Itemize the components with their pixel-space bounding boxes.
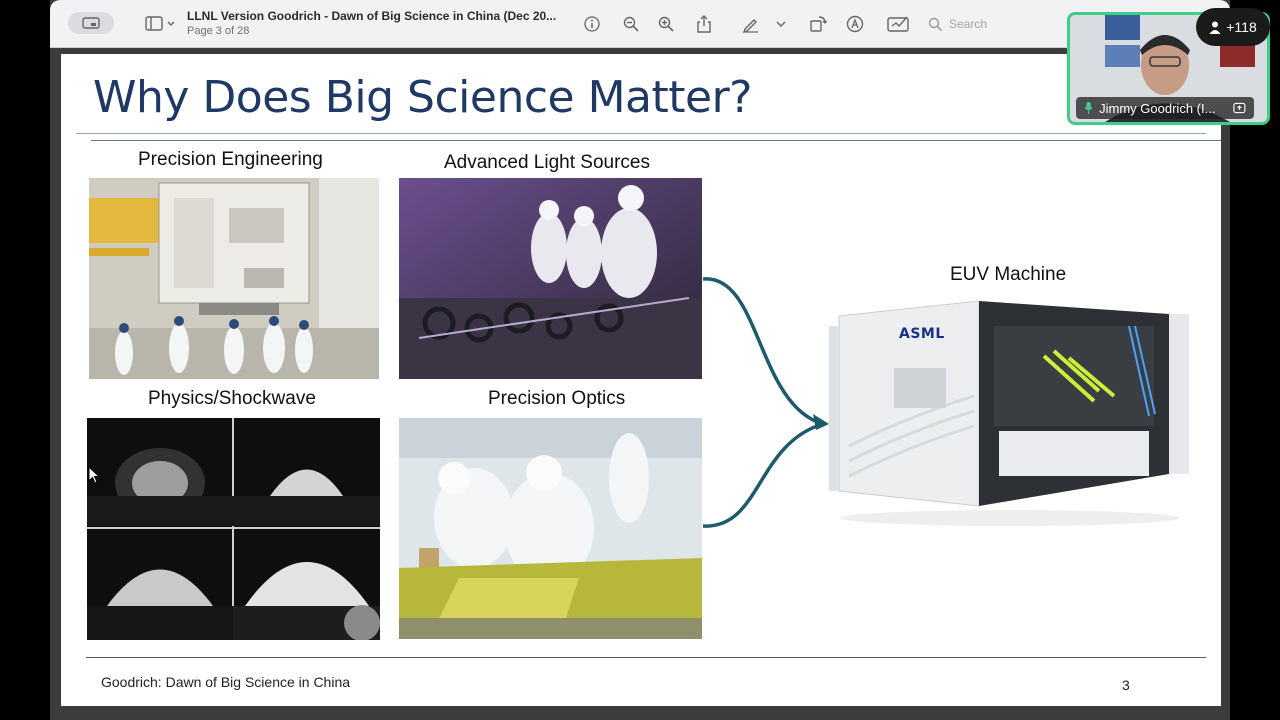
slide-page: Why Does Big Science Matter? Precision E… bbox=[61, 54, 1221, 706]
euv-machine-photo: ASML bbox=[829, 296, 1191, 526]
slide-page-number: 3 bbox=[1122, 677, 1130, 693]
participant-count: +118 bbox=[1226, 19, 1257, 35]
zoom-out-button[interactable] bbox=[620, 12, 642, 36]
microphone-icon bbox=[1084, 102, 1093, 114]
screen-icon bbox=[82, 17, 100, 29]
precision-optics-photo bbox=[399, 418, 702, 639]
rotate-button[interactable] bbox=[807, 12, 829, 36]
info-button[interactable] bbox=[581, 12, 603, 36]
search-placeholder: Search bbox=[949, 17, 988, 31]
zoom-in-button[interactable] bbox=[655, 12, 677, 36]
title-divider-secondary bbox=[91, 140, 1221, 141]
advanced-light-sources-photo bbox=[399, 178, 702, 379]
share-icon bbox=[697, 15, 711, 33]
footer-divider bbox=[86, 657, 1206, 658]
title-divider bbox=[76, 133, 1206, 134]
speaker-name-tag: Jimmy Goodrich (I... bbox=[1076, 97, 1254, 119]
window-controls-button[interactable] bbox=[68, 12, 114, 34]
form-button[interactable] bbox=[886, 12, 912, 36]
precision-engineering-photo bbox=[89, 178, 379, 379]
markup-button[interactable] bbox=[740, 12, 762, 36]
markup-menu-button[interactable] bbox=[774, 12, 788, 36]
asml-logo: ASML bbox=[899, 326, 945, 342]
slide-title: Why Does Big Science Matter? bbox=[93, 72, 753, 123]
slide-footer: Goodrich: Dawn of Big Science in China bbox=[101, 674, 351, 690]
physics-shockwave-photo bbox=[87, 418, 380, 640]
search-field[interactable]: Search bbox=[928, 14, 1078, 34]
caption-physics-shockwave: Physics/Shockwave bbox=[148, 388, 316, 409]
caption-euv-machine: EUV Machine bbox=[950, 264, 1067, 285]
chevron-down-icon bbox=[776, 21, 786, 27]
caption-precision-optics: Precision Optics bbox=[488, 388, 626, 409]
participants-button[interactable]: +118 bbox=[1196, 8, 1270, 46]
signature-icon bbox=[887, 16, 909, 32]
highlight-button[interactable] bbox=[844, 12, 866, 36]
search-icon bbox=[928, 17, 943, 31]
caption-precision-engineering: Precision Engineering bbox=[138, 149, 323, 170]
page-indicator: Page 3 of 28 bbox=[187, 25, 250, 37]
document-title: LLNL Version Goodrich - Dawn of Big Scie… bbox=[187, 9, 557, 23]
convergence-arrows bbox=[702, 277, 829, 528]
pen-icon bbox=[742, 19, 758, 33]
zoom-out-icon bbox=[623, 16, 639, 32]
speaker-name: Jimmy Goodrich (I... bbox=[1099, 100, 1216, 116]
sidebar-icon bbox=[145, 16, 175, 31]
toolbar: LLNL Version Goodrich - Dawn of Big Scie… bbox=[50, 0, 1230, 48]
sidebar-toggle-button[interactable] bbox=[140, 12, 180, 36]
info-icon bbox=[584, 16, 600, 32]
zoom-in-icon bbox=[658, 16, 674, 32]
screen-share-icon[interactable] bbox=[1233, 102, 1246, 114]
share-button[interactable] bbox=[693, 12, 715, 36]
caption-advanced-light-sources: Advanced Light Sources bbox=[444, 152, 650, 173]
mouse-cursor-icon bbox=[88, 466, 100, 484]
annotate-icon bbox=[846, 15, 864, 33]
person-icon bbox=[1209, 21, 1221, 34]
rotate-icon bbox=[810, 16, 827, 32]
